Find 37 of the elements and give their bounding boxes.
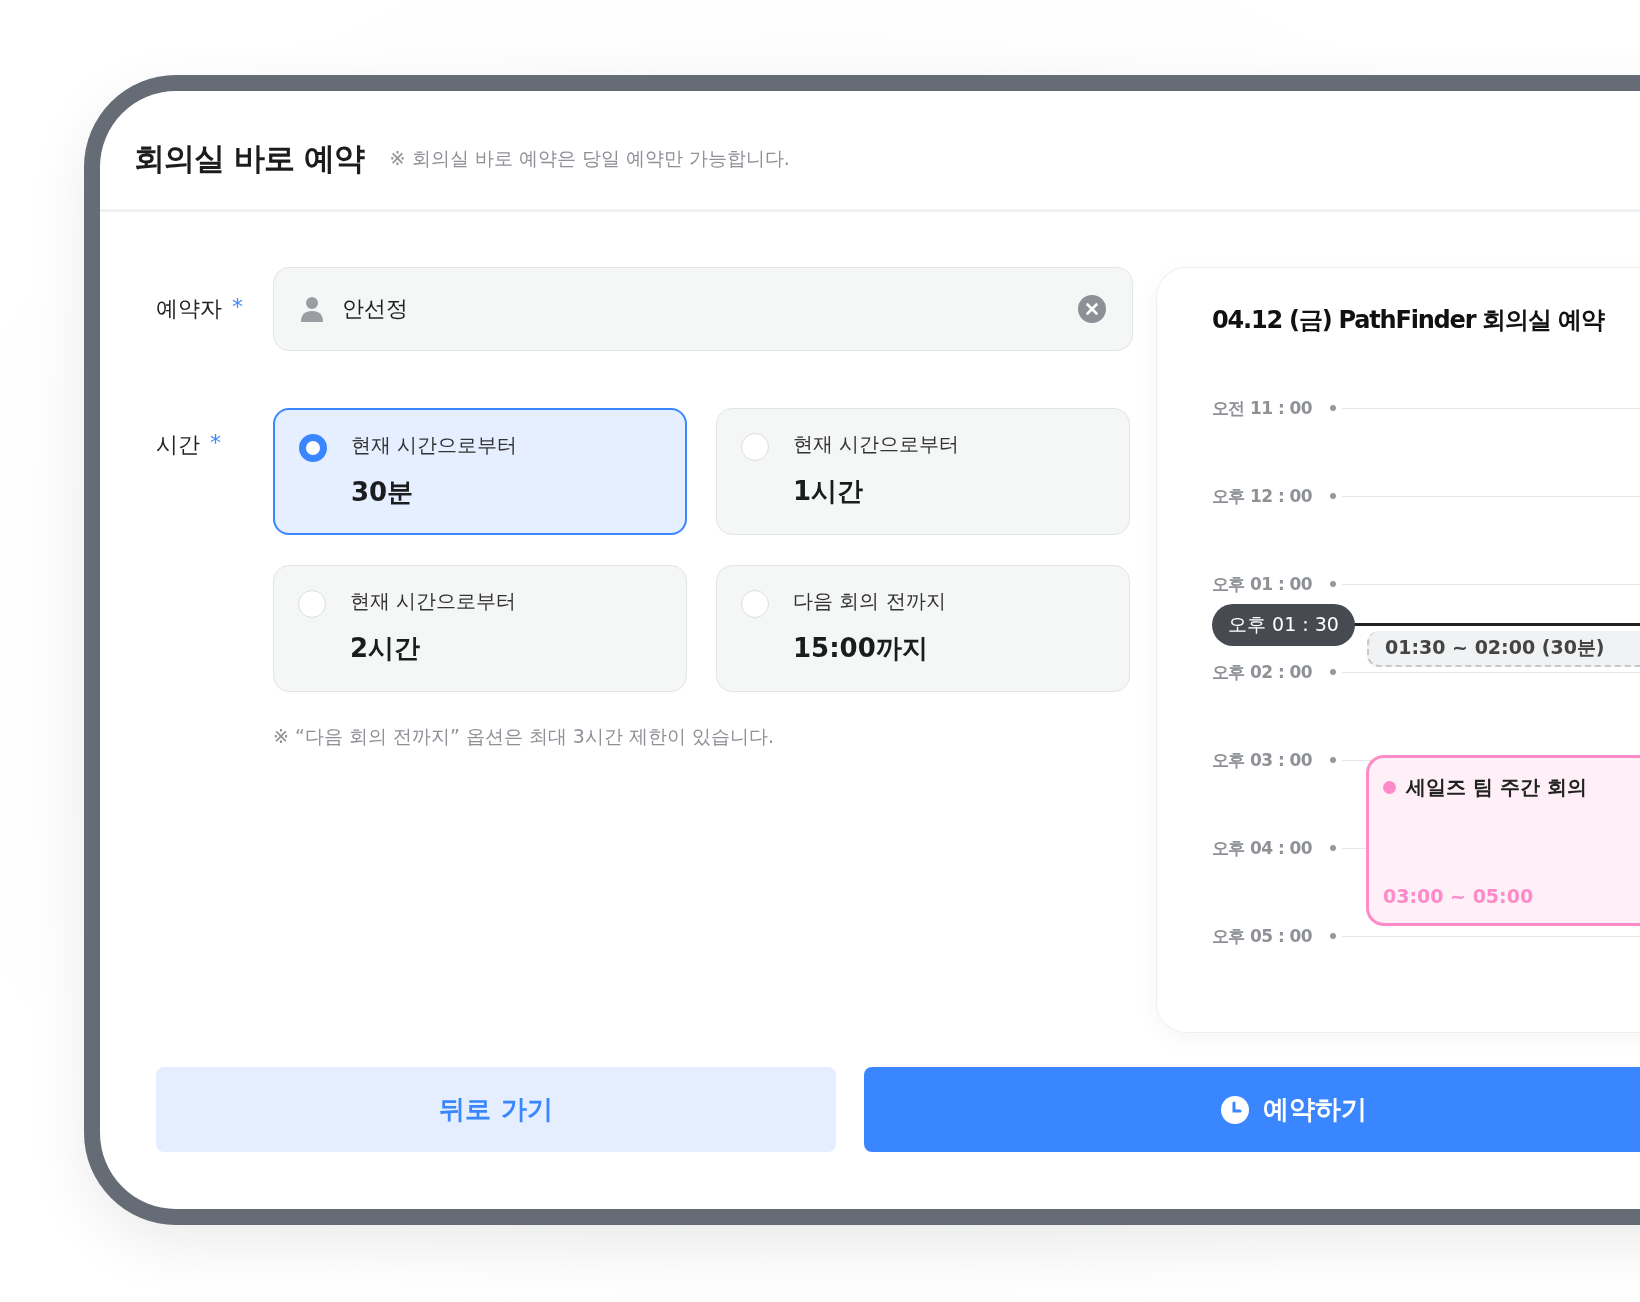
schedule-title: 04.12 (금) PathFinder 회의실 예약 — [1212, 305, 1606, 336]
event-time: 03:00 ~ 05:00 — [1383, 885, 1535, 907]
option-value: 30분 — [351, 476, 415, 509]
option-value: 15:00까지 — [793, 632, 929, 665]
clock-icon — [1221, 1095, 1249, 1124]
required-mark: * — [232, 294, 243, 321]
hour-label: 오후 12 : 00 — [1212, 484, 1313, 508]
option-caption: 다음 회의 전까지 — [793, 588, 946, 615]
booker-field[interactable]: 안선정 — [273, 267, 1133, 351]
option-caption: 현재 시간으로부터 — [350, 588, 517, 615]
clear-icon[interactable] — [1078, 295, 1106, 323]
hour-label: 오후 04 : 00 — [1212, 836, 1313, 860]
time-option[interactable]: 다음 회의 전까지 15:00까지 — [716, 565, 1130, 692]
hour-label: 오후 03 : 00 — [1212, 748, 1313, 772]
hour-label: 오후 02 : 00 — [1212, 660, 1313, 684]
field-label: 시간 — [156, 431, 200, 459]
hour-label: 오후 05 : 00 — [1212, 924, 1313, 948]
hour-label: 오전 11 : 00 — [1212, 396, 1313, 420]
pending-slot: 01:30 ~ 02:00 (30분) — [1367, 631, 1640, 667]
option-value: 2시간 — [350, 632, 422, 665]
option-caption: 현재 시간으로부터 — [793, 431, 960, 458]
page-title: 회의실 바로 예약 — [134, 139, 364, 178]
option-caption: 현재 시간으로부터 — [351, 432, 518, 459]
radio-button[interactable] — [299, 434, 327, 462]
person-icon — [300, 296, 324, 322]
time-option[interactable]: 현재 시간으로부터 1시간 — [716, 408, 1130, 535]
option-value: 1시간 — [793, 475, 865, 508]
required-mark: * — [210, 430, 221, 457]
time-option[interactable]: 현재 시간으로부터 2시간 — [273, 565, 687, 692]
note-text: ※ “다음 회의 전까지” 옵션은 최대 3시간 제한이 있습니다. — [273, 724, 776, 749]
event-title: 세일즈 팀 주간 회의 — [1406, 774, 1587, 801]
notice-text: ※ 회의실 바로 예약은 당일 예약만 가능합니다. — [389, 146, 790, 171]
time-option[interactable]: 현재 시간으로부터 30분 — [273, 408, 687, 535]
current-time-badge: 오후 01 : 30 — [1212, 604, 1355, 646]
hour-label: 오후 01 : 00 — [1212, 572, 1313, 596]
field-label: 예약자 — [156, 295, 222, 323]
event-card[interactable]: 세일즈 팀 주간 회의 03:00 ~ 05:00 — [1366, 755, 1640, 926]
